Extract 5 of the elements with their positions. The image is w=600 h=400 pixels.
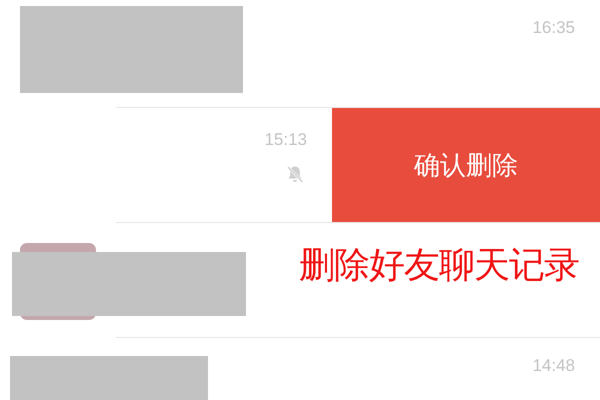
message-time: 15:13 [264, 130, 307, 150]
message-time: 14:48 [532, 356, 575, 376]
confirm-delete-button[interactable]: 确认删除 [332, 108, 600, 222]
message-time: 16:35 [532, 18, 575, 38]
caption-text: 删除好友聊天记录 [299, 244, 579, 288]
